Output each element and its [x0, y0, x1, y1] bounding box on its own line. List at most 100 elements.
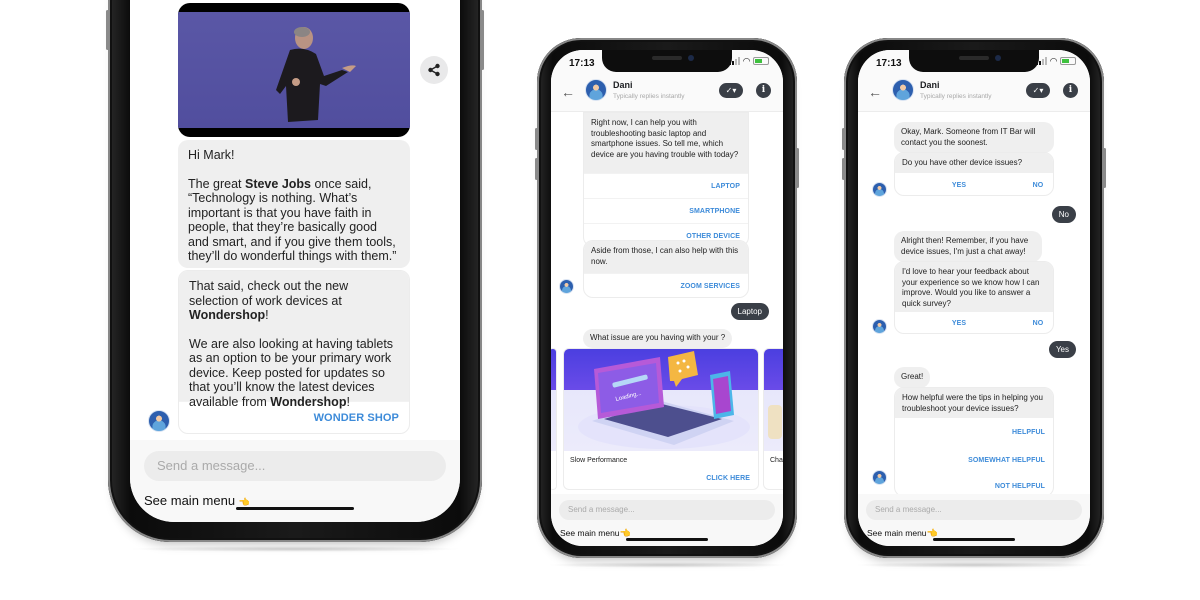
- camera: [688, 55, 694, 61]
- info-icon[interactable]: i: [756, 83, 771, 98]
- share-icon: [428, 63, 440, 77]
- quick-reply-label: SMARTPHONE: [689, 207, 740, 215]
- bot-avatar: [872, 319, 887, 334]
- phone-shadow: [547, 562, 787, 568]
- camera: [995, 55, 1001, 61]
- quick-reply-label: OTHER DEVICE: [686, 232, 740, 240]
- laptop-illustration-image: Loading...: [578, 351, 750, 449]
- carousel-card-slow-performance[interactable]: Loading... Slow Performance CLICK HERE: [563, 348, 759, 490]
- quote-intro-end: once said,: [311, 176, 372, 191]
- quick-reply-yes[interactable]: YES: [895, 182, 1023, 189]
- wifi-icon: ◠: [1050, 56, 1057, 66]
- battery-icon: [753, 57, 769, 65]
- quick-reply-row: YES NO: [895, 173, 1053, 195]
- volume-button: [106, 10, 109, 50]
- back-arrow-icon[interactable]: ←: [868, 84, 882, 100]
- contact-avatar: [892, 79, 914, 101]
- quick-reply-no[interactable]: NO: [1023, 320, 1053, 327]
- home-indicator: [933, 538, 1015, 541]
- stage: Hi Mark! The great Steve Jobs once said,…: [0, 0, 1200, 600]
- message-input[interactable]: Send a message...: [144, 451, 446, 481]
- notch: [602, 50, 732, 72]
- message-input-placeholder: Send a message...: [875, 505, 942, 514]
- quote-body: “Technology is nothing. What’s important…: [188, 191, 397, 263]
- quick-reply-smartphone[interactable]: SMARTPHONE: [584, 198, 748, 223]
- survey-text: I'd love to hear your feedback about you…: [895, 262, 1053, 312]
- speaker: [959, 56, 989, 60]
- chat-header: ← Dani Typically replies instantly ✓▾ i: [858, 74, 1090, 112]
- device-question-card: Right now, I can help you with troublesh…: [583, 112, 749, 247]
- great-message: Great!: [894, 367, 931, 388]
- info-icon[interactable]: i: [1063, 83, 1078, 98]
- quick-reply-label: HELPFUL: [1012, 428, 1045, 436]
- carousel-image: [764, 349, 783, 451]
- see-main-menu-link[interactable]: See main menu 👈: [144, 493, 250, 508]
- promo-line: That said, check out the new selection o…: [189, 279, 399, 323]
- carousel-card-title: Cha: [770, 457, 783, 464]
- see-main-menu-link[interactable]: See main menu👈: [867, 528, 938, 539]
- back-arrow-icon[interactable]: ←: [561, 84, 575, 100]
- volume-up-button: [842, 128, 845, 150]
- carousel-image: Loading...: [564, 349, 758, 451]
- promo-post: !: [265, 308, 269, 322]
- other-issues-text: Do you have other device issues?: [895, 153, 1053, 173]
- power-button: [1103, 148, 1106, 188]
- phone-2: 17:13 ◠ ← Dani Typically replies instant…: [535, 38, 799, 568]
- phone-1: Hi Mark! The great Steve Jobs once said,…: [106, 0, 484, 552]
- pointing-hand-icon: 👈: [619, 528, 631, 538]
- carousel-card-title: Slow Performance: [570, 457, 628, 464]
- quick-reply-label: ZOOM SERVICES: [680, 282, 740, 290]
- quote-intro: The great: [188, 176, 245, 191]
- volume-down-button: [535, 158, 538, 180]
- power-button: [796, 148, 799, 188]
- issue-question-bubble: What issue are you having with your ?: [583, 329, 733, 348]
- click-here-button[interactable]: CLICK HERE: [706, 475, 750, 482]
- speaker-figure-image: [276, 27, 356, 122]
- chat-header: ← Dani Typically replies instantly ✓▾ i: [551, 74, 783, 112]
- other-issues-card: Do you have other device issues? YES NO: [894, 152, 1054, 196]
- promo-card: That said, check out the new selection o…: [178, 270, 410, 434]
- helpfulness-text: How helpful were the tips in helping you…: [895, 388, 1053, 418]
- checkmark-toggle-button[interactable]: ✓▾: [719, 83, 743, 98]
- home-indicator: [626, 538, 708, 541]
- promo-brand: Wondershop: [189, 308, 266, 322]
- device-question-text: Right now, I can help you with troublesh…: [584, 113, 748, 173]
- quick-reply-no[interactable]: NO: [1023, 182, 1053, 189]
- quick-reply-label: NOT HELPFUL: [994, 482, 1045, 490]
- checkmark-toggle-button[interactable]: ✓▾: [1026, 83, 1050, 98]
- pointing-hand-icon: 👈: [926, 528, 938, 538]
- quick-reply-row: YES NO: [895, 312, 1053, 333]
- it-bar-message: Okay, Mark. Someone from IT Bar will con…: [894, 122, 1054, 153]
- quick-reply-helpful[interactable]: HELPFUL: [895, 418, 1053, 446]
- helpfulness-card: How helpful were the tips in helping you…: [894, 387, 1054, 497]
- message-input[interactable]: Send a message...: [866, 500, 1082, 520]
- volume-up-button: [535, 128, 538, 150]
- quick-reply-laptop[interactable]: LAPTOP: [584, 173, 748, 198]
- quick-reply-zoom-services[interactable]: ZOOM SERVICES: [584, 273, 748, 297]
- quick-reply-somewhat-helpful[interactable]: SOMEWHAT HELPFUL: [895, 446, 1053, 474]
- home-indicator: [236, 507, 354, 510]
- message-input[interactable]: Send a message...: [559, 500, 775, 520]
- status-icons: ◠: [729, 56, 769, 66]
- notch: [909, 50, 1039, 72]
- carousel-card-next[interactable]: Cha: [763, 348, 783, 490]
- promo-pre: That said, check out the new selection o…: [189, 279, 349, 308]
- bot-avatar: [872, 182, 887, 197]
- wifi-icon: ◠: [743, 56, 750, 66]
- status-time: 17:13: [569, 58, 595, 69]
- quick-reply-yes[interactable]: YES: [895, 320, 1023, 327]
- quick-reply-label: LAPTOP: [711, 182, 740, 190]
- video-message[interactable]: [178, 3, 410, 137]
- wonder-shop-label: WONDER SHOP: [313, 412, 399, 424]
- quote-message: Hi Mark! The great Steve Jobs once said,…: [178, 140, 410, 268]
- share-button[interactable]: [420, 56, 448, 84]
- contact-status: Typically replies instantly: [613, 93, 685, 100]
- promo-text: That said, check out the new selection o…: [179, 271, 409, 409]
- phone-2-screen: 17:13 ◠ ← Dani Typically replies instant…: [551, 50, 783, 546]
- video-frame: [178, 12, 410, 128]
- tablets-post: !: [346, 394, 350, 409]
- carousel-image: [551, 349, 556, 451]
- carousel-card-prev[interactable]: [551, 348, 557, 490]
- see-main-menu-link[interactable]: See main menu👈: [560, 528, 631, 539]
- menu-link-text: See main menu: [867, 528, 927, 538]
